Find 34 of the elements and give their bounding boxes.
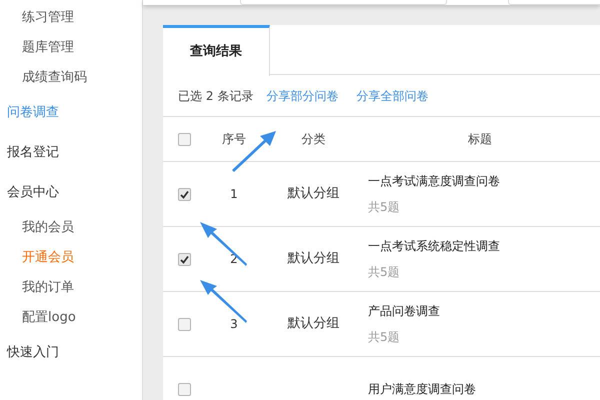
table-cell-text: 默认分组: [288, 315, 340, 334]
selection-count: 已选 2 条记录: [178, 88, 254, 104]
sidebar-item[interactable]: 会员中心: [7, 183, 59, 203]
column-header: 分类: [302, 131, 326, 148]
sidebar-item[interactable]: 配置logo: [22, 308, 76, 328]
sidebar-item[interactable]: 我的订单: [22, 278, 74, 298]
sidebar-item[interactable]: 成绩查询码: [22, 68, 87, 88]
checkbox[interactable]: [178, 188, 191, 200]
survey-title: 一点考试满意度调查问卷: [368, 173, 500, 190]
checkbox[interactable]: [178, 318, 191, 330]
annotation-arrow: [200, 222, 247, 266]
table-cell-text: 1: [230, 186, 238, 203]
table-cell-text: 3: [230, 316, 238, 333]
survey-title: 产品问卷调查: [368, 303, 440, 320]
table-cell-text: 默认分组: [288, 185, 340, 204]
survey-title: 用户满意度调查问卷: [368, 381, 476, 398]
checkbox[interactable]: [178, 132, 191, 146]
sidebar-item[interactable]: 练习管理: [22, 8, 74, 28]
table-cell-text: 默认分组: [288, 250, 340, 268]
column-header: 序号: [222, 131, 246, 148]
survey-title: 一点考试系统稳定性调查: [368, 238, 500, 255]
sidebar-item[interactable]: 我的会员: [22, 218, 74, 238]
checkmark-icon: [180, 254, 189, 264]
question-count: 共5题: [368, 264, 401, 281]
sidebar-item[interactable]: 题库管理: [22, 38, 74, 58]
sidebar-item[interactable]: 快速入门: [7, 343, 59, 363]
tab[interactable]: 查询结果: [163, 25, 270, 76]
question-count: 共5题: [368, 329, 401, 346]
column-header: 标题: [468, 131, 492, 148]
sidebar-item[interactable]: 报名登记: [7, 143, 59, 163]
checkbox[interactable]: [178, 382, 191, 396]
checkmark-icon: [180, 190, 189, 198]
question-count: 共5题: [368, 199, 401, 216]
checkbox[interactable]: [178, 252, 191, 266]
